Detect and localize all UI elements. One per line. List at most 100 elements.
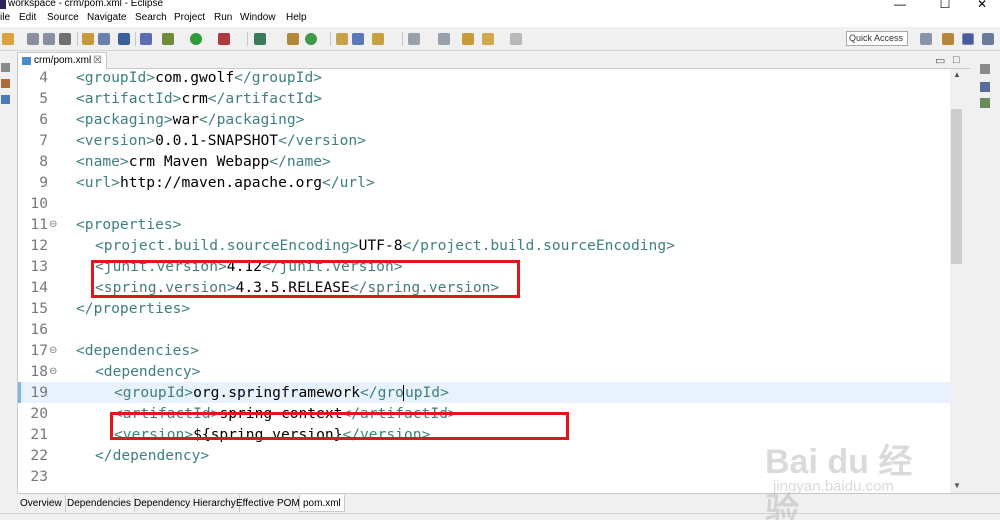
- code-line[interactable]: 17 ⊖ <dependencies>: [18, 340, 962, 361]
- line-number: 5: [39, 90, 48, 107]
- tab-overview[interactable]: Overview: [17, 495, 66, 512]
- code-line-current[interactable]: 19 <groupId>org.springframework</groupId>: [18, 382, 962, 403]
- xml-value: 0.0.1-SNAPSHOT: [155, 132, 279, 149]
- skip-breakpoints-icon[interactable]: [140, 33, 152, 45]
- code-line[interactable]: 9 <url>http://maven.apache.org</url>: [18, 172, 962, 193]
- console-icon[interactable]: [118, 33, 130, 45]
- xml-tag: </gro: [360, 384, 404, 401]
- debug-icon[interactable]: [162, 33, 174, 45]
- package-explorer-icon[interactable]: [1, 79, 10, 88]
- new-package-icon[interactable]: [287, 33, 299, 45]
- print-icon[interactable]: [59, 33, 71, 45]
- fold-toggle-icon[interactable]: ⊖: [49, 340, 57, 361]
- java-ee-perspective-icon[interactable]: [942, 33, 954, 45]
- outline-icon[interactable]: [980, 82, 990, 92]
- code-text: <name>crm Maven Webapp</name>: [76, 151, 331, 172]
- scroll-thumb[interactable]: [951, 109, 962, 264]
- open-folder-icon[interactable]: [336, 33, 348, 45]
- toolbar-separator: [247, 32, 248, 46]
- tab-pom-xml[interactable]: crm/pom.xml ☒: [17, 52, 107, 69]
- xml-tag: </properties>: [76, 300, 191, 317]
- scroll-up-icon[interactable]: ▲: [953, 70, 961, 79]
- line-number: 4: [39, 69, 48, 86]
- external-tools-icon[interactable]: [218, 33, 230, 45]
- menu-search[interactable]: Search: [135, 12, 167, 23]
- code-text: </dependency>: [95, 445, 209, 466]
- xml-tag: </version>: [278, 132, 366, 149]
- debug-perspective-icon[interactable]: [982, 33, 994, 45]
- junit-icon[interactable]: [1, 95, 10, 104]
- save-all-icon[interactable]: [43, 33, 55, 45]
- code-line[interactable]: 11 ⊖ <properties>: [18, 214, 962, 235]
- line-number: 20: [30, 405, 48, 422]
- code-text: </properties>: [76, 298, 190, 319]
- open-type-icon[interactable]: [82, 33, 94, 45]
- xml-tag: <artifactId>: [76, 90, 182, 107]
- xml-tag: <dependency>: [95, 363, 201, 380]
- forward-icon[interactable]: [510, 33, 522, 45]
- code-line[interactable]: 6 <packaging>war</packaging>: [18, 109, 962, 130]
- search-icon[interactable]: [352, 33, 364, 45]
- menu-window[interactable]: Window: [240, 12, 276, 23]
- code-text: <dependencies>: [76, 340, 199, 361]
- menu-help[interactable]: Help: [286, 12, 307, 23]
- toolbar-separator: [402, 32, 403, 46]
- menu-navigate[interactable]: Navigate: [87, 12, 126, 23]
- restore-icon[interactable]: [980, 64, 990, 74]
- task-list-icon[interactable]: [980, 98, 990, 108]
- tab-dependencies[interactable]: Dependencies: [64, 495, 135, 512]
- xml-tag: <version>: [76, 132, 156, 149]
- run-icon[interactable]: [190, 33, 202, 45]
- scroll-down-icon[interactable]: ▼: [953, 481, 961, 490]
- restore-icon[interactable]: [1, 63, 10, 72]
- line-number: 17: [30, 342, 48, 359]
- tab-dependency-hierarchy[interactable]: Dependency Hierarchy: [131, 495, 240, 512]
- minimize-editor-icon[interactable]: ▭: [935, 54, 945, 67]
- xml-tag: <groupId>: [76, 69, 156, 86]
- title-bar: workspace - crm/pom.xml - Eclipse — ☐ ✕: [0, 0, 1000, 11]
- xml-value: org.springframework: [193, 384, 361, 401]
- save-icon[interactable]: [27, 33, 39, 45]
- tab-pom-xml-source[interactable]: pom.xml: [299, 495, 345, 512]
- next-annotation-icon[interactable]: [408, 33, 420, 45]
- menu-project[interactable]: Project: [174, 12, 205, 23]
- tab-effective-pom[interactable]: Effective POM: [233, 495, 304, 512]
- code-line[interactable]: 12 <project.build.sourceEncoding>UTF-8</p…: [18, 235, 962, 256]
- quick-access-field[interactable]: Quick Access: [846, 31, 908, 46]
- java-perspective-icon[interactable]: [962, 33, 974, 45]
- pencil-icon[interactable]: [372, 33, 384, 45]
- code-line[interactable]: 8 <name>crm Maven Webapp</name>: [18, 151, 962, 172]
- menu-source[interactable]: Source: [47, 12, 79, 23]
- code-line[interactable]: 10: [18, 193, 962, 214]
- baidu-watermark: Bai du 经验 jingyan.baidu.com: [765, 434, 945, 520]
- code-line[interactable]: 18 ⊖ <dependency>: [18, 361, 962, 382]
- menu-run[interactable]: Run: [214, 12, 232, 23]
- menu-edit[interactable]: Edit: [19, 12, 36, 23]
- minimize-button[interactable]: —: [880, 0, 920, 11]
- open-perspective-icon[interactable]: [920, 33, 932, 45]
- new-java-project-icon[interactable]: [254, 33, 266, 45]
- fold-toggle-icon[interactable]: ⊖: [49, 214, 57, 235]
- code-line[interactable]: 4 <groupId>com.gwolf</groupId>: [18, 69, 962, 88]
- code-text: <packaging>war</packaging>: [76, 109, 304, 130]
- code-line[interactable]: 7 <version>0.0.1-SNAPSHOT</version>: [18, 130, 962, 151]
- close-tab-icon[interactable]: ☒: [93, 53, 102, 68]
- window-title: workspace - crm/pom.xml - Eclipse: [8, 0, 164, 9]
- xml-tag: <groupId>: [114, 384, 194, 401]
- close-button[interactable]: ✕: [962, 0, 1000, 11]
- vertical-scrollbar[interactable]: ▲ ▼: [950, 69, 964, 493]
- new-icon[interactable]: [2, 33, 14, 45]
- new-class-icon[interactable]: [305, 33, 317, 45]
- last-edit-icon[interactable]: [462, 33, 474, 45]
- code-line[interactable]: 15 </properties>: [18, 298, 962, 319]
- open-resource-icon[interactable]: [98, 33, 110, 45]
- maximize-editor-icon[interactable]: □: [953, 54, 960, 66]
- maximize-button[interactable]: ☐: [925, 0, 965, 11]
- code-line[interactable]: 16: [18, 319, 962, 340]
- back-icon[interactable]: [482, 33, 494, 45]
- prev-annotation-icon[interactable]: [438, 33, 450, 45]
- code-text: <artifactId>crm</artifactId>: [76, 88, 322, 109]
- fold-toggle-icon[interactable]: ⊖: [49, 361, 57, 382]
- code-line[interactable]: 5 <artifactId>crm</artifactId>: [18, 88, 962, 109]
- menu-file[interactable]: ile: [0, 12, 10, 23]
